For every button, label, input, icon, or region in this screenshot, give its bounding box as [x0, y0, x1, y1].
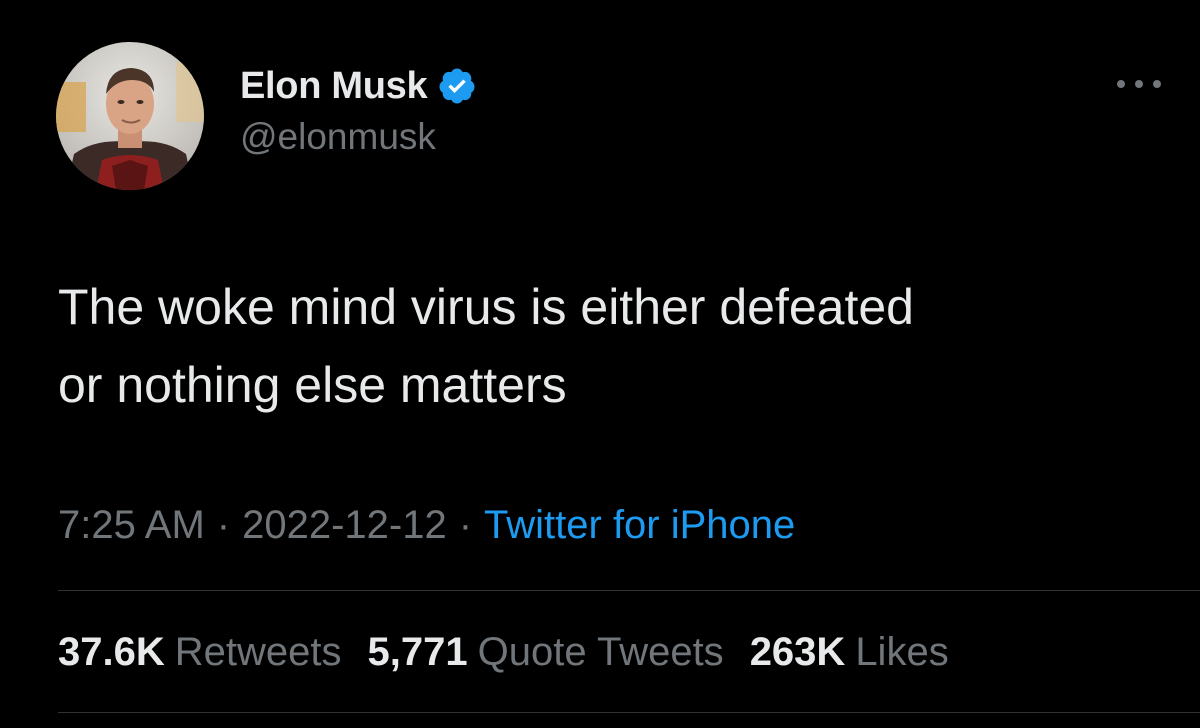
author-handle[interactable]: @elonmusk [240, 116, 436, 158]
tweet-date[interactable]: 2022-12-12 [242, 503, 447, 548]
retweets-count: 37.6K [58, 629, 165, 674]
divider [58, 590, 1200, 591]
quote-tweets-label: Quote Tweets [477, 629, 724, 674]
likes-count: 263K [749, 629, 846, 674]
more-options-icon[interactable] [1117, 72, 1161, 96]
likes-label: Likes [855, 629, 949, 674]
separator-dot: · [216, 502, 231, 547]
divider [58, 712, 1200, 713]
avatar-image [56, 42, 204, 190]
retweets-label: Retweets [174, 629, 342, 674]
verified-badge-icon [437, 66, 477, 106]
author-name-row[interactable]: Elon Musk [240, 64, 477, 108]
quote-tweets-count: 5,771 [367, 629, 468, 674]
tweet-text: The woke mind virus is either defeated o… [58, 279, 914, 413]
separator-dot: · [458, 502, 473, 547]
likes-stat[interactable]: 263K Likes [750, 630, 949, 675]
tweet-source-link[interactable]: Twitter for iPhone [484, 503, 795, 548]
avatar[interactable] [56, 42, 204, 190]
engagement-stats: 37.6K Retweets 5,771 Quote Tweets 263K L… [58, 626, 975, 678]
quote-tweets-stat[interactable]: 5,771 Quote Tweets [368, 630, 724, 675]
retweets-stat[interactable]: 37.6K Retweets [58, 630, 342, 675]
more-dot-icon [1153, 80, 1161, 88]
tweet-card: Elon Musk @elonmusk The woke mind virus … [0, 0, 1200, 728]
more-dot-icon [1117, 80, 1125, 88]
author-display-name[interactable]: Elon Musk [240, 65, 428, 108]
tweet-time[interactable]: 7:25 AM [58, 503, 205, 548]
tweet-metadata: 7:25 AM · 2022-12-12 · Twitter for iPhon… [58, 500, 795, 550]
more-dot-icon [1135, 80, 1143, 88]
